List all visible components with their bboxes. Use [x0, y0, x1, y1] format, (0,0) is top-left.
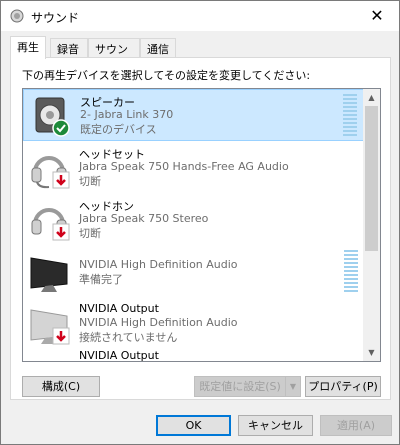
speaker-icon: [35, 97, 70, 137]
device-detail: Jabra Speak 750 Stereo: [79, 212, 209, 225]
properties-button[interactable]: プロパティ(P): [305, 376, 381, 397]
device-status: 切断: [79, 227, 101, 240]
scroll-up-icon[interactable]: ▲: [363, 89, 380, 106]
device-status: 既定のデバイス: [80, 123, 157, 136]
sound-app-icon: [10, 9, 24, 23]
device-name: NVIDIA Output: [79, 349, 159, 361]
device-status: 接続されていません: [79, 331, 178, 344]
sound-dialog: サウンド ✕ 再生 録音 サウンド 通信 下の再生デバイスを選択してその設定を変…: [0, 0, 400, 445]
device-item-nvidia-output[interactable]: NVIDIA Output NVIDIA High Definition Aud…: [23, 298, 364, 350]
device-status: 切断: [79, 175, 101, 188]
set-default-dropdown-icon[interactable]: ▼: [285, 376, 301, 397]
set-default-button[interactable]: 既定値に設定(S): [194, 376, 286, 397]
device-list[interactable]: スピーカー 2- Jabra Link 370 既定のデバイス ヘッドセット J…: [22, 88, 381, 362]
title-bar: サウンド ✕: [1, 1, 399, 31]
device-item-headphones[interactable]: ヘッドホン Jabra Speak 750 Stereo 切断: [23, 194, 364, 246]
playback-panel: 下の再生デバイスを選択してその設定を変更してください: スピーカー 2- Jab…: [10, 57, 391, 400]
device-item-nvidia-hd[interactable]: NVIDIA High Definition Audio 準備完了: [23, 246, 364, 298]
device-detail: 2- Jabra Link 370: [80, 108, 174, 121]
instruction-text: 下の再生デバイスを選択してその設定を変更してください:: [22, 69, 311, 82]
headset-icon: [31, 156, 70, 189]
tab-playback[interactable]: 再生: [10, 36, 46, 59]
scroll-down-icon[interactable]: ▼: [363, 344, 380, 361]
tab-recording[interactable]: 録音: [50, 38, 88, 58]
device-name: NVIDIA Output: [79, 302, 159, 315]
device-detail: NVIDIA High Definition Audio: [79, 258, 238, 271]
tab-sounds[interactable]: サウンド: [88, 38, 140, 72]
ok-button[interactable]: OK: [156, 415, 231, 436]
device-item-headset[interactable]: ヘッドセット Jabra Speak 750 Hands-Free AG Aud…: [23, 142, 364, 194]
close-button[interactable]: ✕: [355, 1, 399, 31]
default-check-icon: [52, 119, 70, 137]
device-detail: NVIDIA High Definition Audio: [79, 316, 238, 329]
monitor-icon: [27, 354, 71, 361]
monitor-icon: [30, 257, 68, 292]
headphones-icon: [31, 208, 70, 241]
scroll-thumb[interactable]: [365, 106, 378, 251]
device-item-speaker[interactable]: スピーカー 2- Jabra Link 370 既定のデバイス: [23, 89, 364, 141]
level-meter: [343, 94, 357, 138]
tab-communications[interactable]: 通信: [140, 38, 176, 58]
configure-button[interactable]: 構成(C): [22, 376, 100, 397]
monitor-icon: [30, 309, 70, 345]
level-meter: [344, 250, 358, 294]
device-detail: Jabra Speak 750 Hands-Free AG Audio: [79, 160, 289, 173]
device-list-scrollbar[interactable]: ▲ ▼: [363, 89, 380, 361]
cancel-button[interactable]: キャンセル: [238, 415, 313, 436]
device-item-nvidia-output-2[interactable]: NVIDIA Output: [23, 349, 364, 361]
apply-button[interactable]: 適用(A): [320, 415, 392, 436]
window-title: サウンド: [31, 11, 80, 25]
device-status: 準備完了: [79, 273, 123, 286]
